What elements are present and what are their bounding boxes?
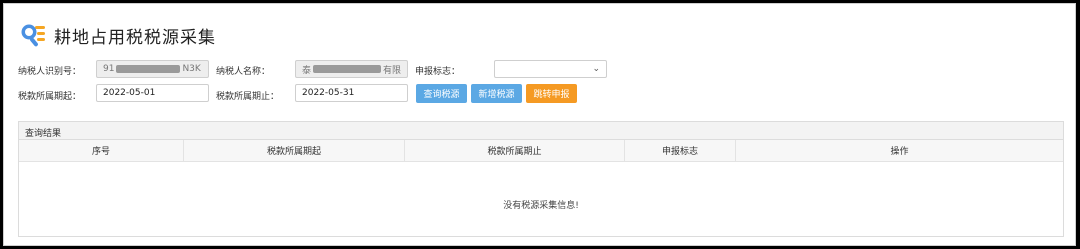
chevron-down-icon: ⌄ (592, 64, 600, 74)
page-title: 耕地占用税税源采集 (54, 27, 216, 48)
jump-declare-button[interactable]: 跳转申报 (526, 84, 577, 103)
column-header: 税款所属期起 (184, 140, 405, 161)
title-row: 耕地占用税税源采集 (18, 20, 216, 50)
results-panel: 查询结果 序号 税款所属期起 税款所属期止 申报标志 操作 没有税源采集信息! (18, 121, 1064, 237)
period-start-input[interactable]: 2022-05-01 (96, 84, 209, 102)
taxpayer-name-field[interactable]: 泰 有限 (295, 60, 408, 78)
declare-flag-select[interactable]: ⌄ (494, 60, 607, 78)
search-list-icon (21, 24, 45, 47)
taxpayer-id-prefix: 91 (103, 64, 115, 74)
period-start-label: 税款所属期起： (18, 92, 82, 102)
empty-message: 没有税源采集信息! (503, 201, 579, 211)
query-button[interactable]: 查询税源 (416, 84, 467, 103)
taxpayer-name-label: 纳税人名称： (216, 67, 271, 77)
column-header: 操作 (890, 147, 909, 157)
results-table-header: 序号 税款所属期起 税款所属期止 申报标志 操作 (19, 140, 1063, 162)
taxpayer-name-suffix: 有限 (382, 65, 401, 76)
taxpayer-name-prefix: 泰 (302, 65, 312, 76)
column-header: 税款所属期止 (405, 140, 625, 161)
redaction-mask (116, 65, 181, 73)
period-end-input[interactable]: 2022-05-31 (295, 84, 408, 102)
column-header: 申报标志 (625, 140, 736, 161)
taxpayer-id-field[interactable]: 91 N3K (96, 60, 209, 78)
column-header: 序号 (19, 140, 184, 161)
taxpayer-id-suffix: N3K (182, 64, 201, 74)
main-panel: 耕地占用税税源采集 纳税人识别号： 91 N3K 纳税人名称： 泰 有限 申报标… (3, 3, 1076, 246)
taxpayer-id-label: 纳税人识别号： (18, 67, 82, 77)
add-button[interactable]: 新增税源 (471, 84, 522, 103)
results-header: 查询结果 (19, 122, 1063, 140)
redaction-mask (313, 65, 381, 73)
period-end-label: 税款所属期止： (216, 92, 280, 102)
declare-flag-label: 申报标志： (415, 67, 461, 77)
